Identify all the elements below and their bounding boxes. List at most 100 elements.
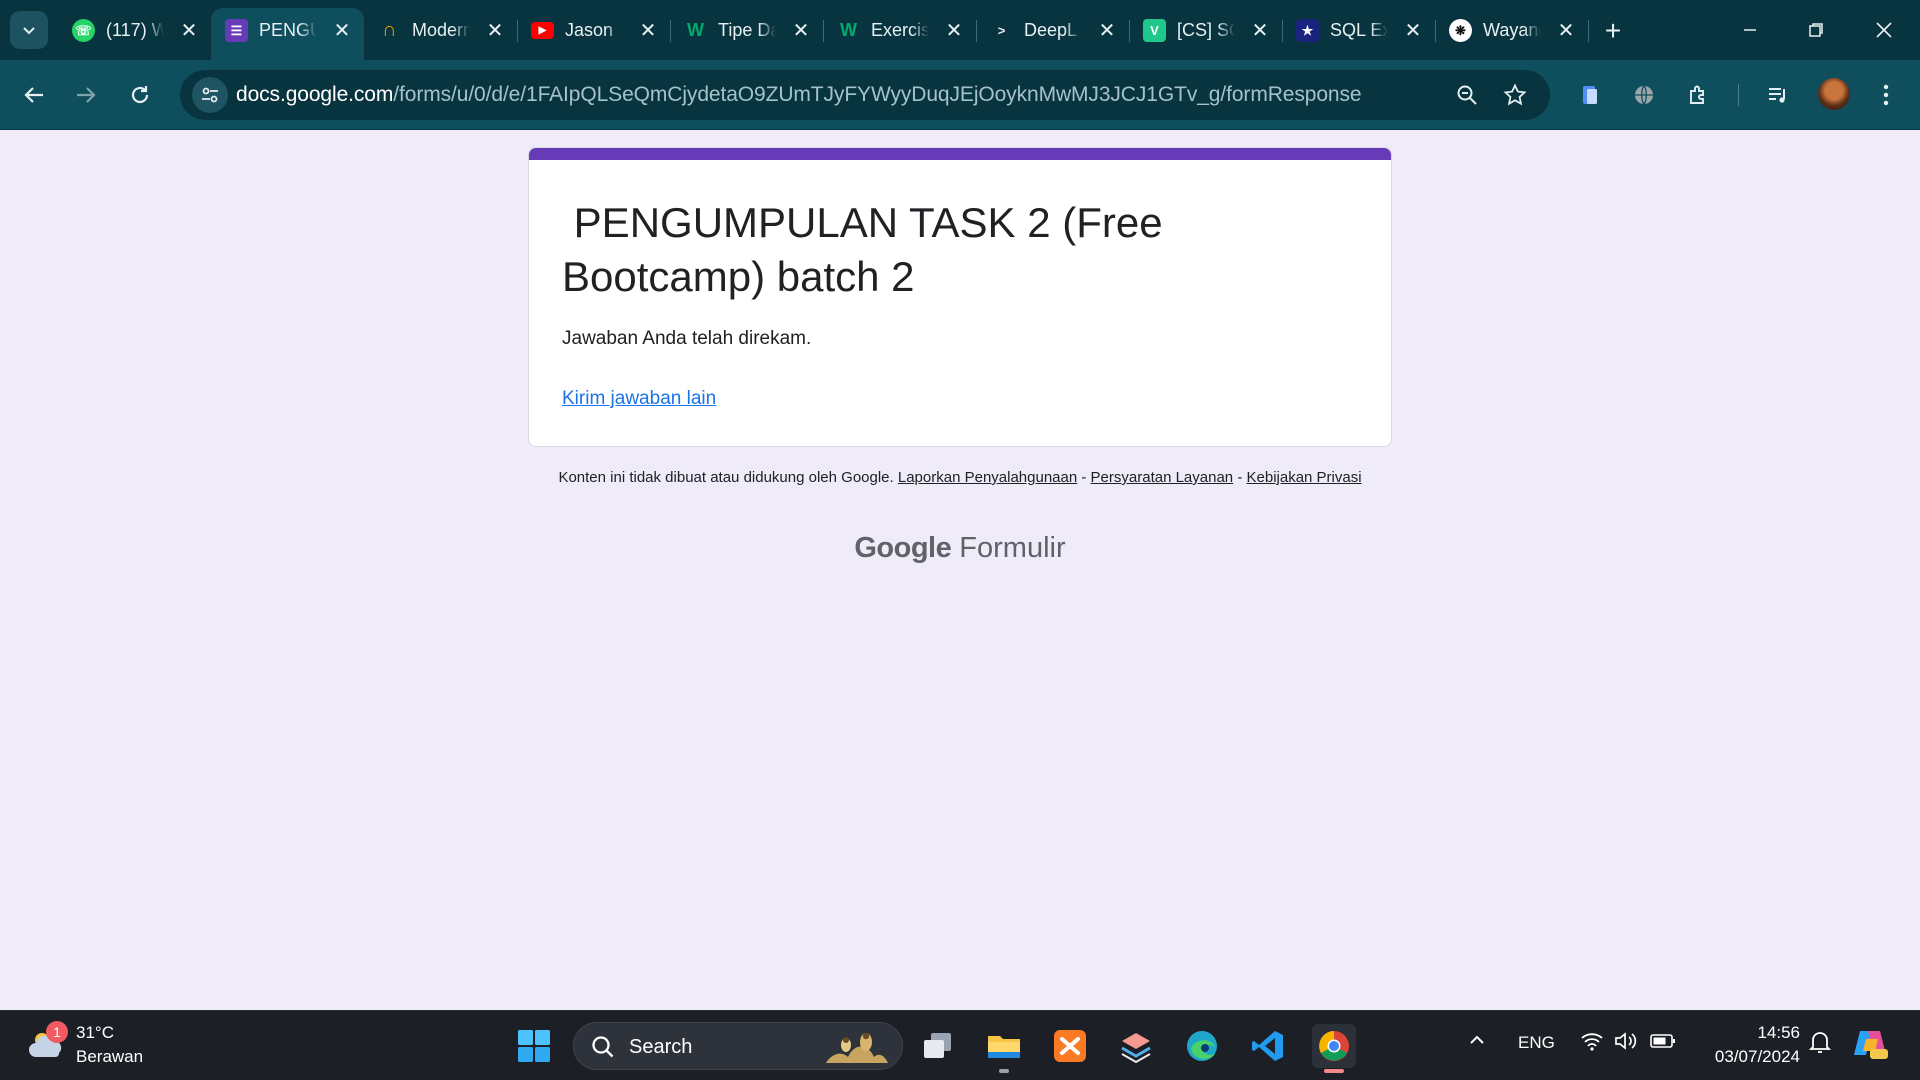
tab-close-icon[interactable]: ✕	[636, 18, 660, 42]
tab-close-icon[interactable]: ✕	[177, 18, 201, 42]
close-window-button[interactable]	[1854, 0, 1914, 60]
volume-button[interactable]	[1614, 1031, 1638, 1056]
clock-date: 03/07/2024	[1714, 1047, 1800, 1066]
bookmark-button[interactable]	[1498, 78, 1532, 112]
speaker-icon	[1615, 1032, 1637, 1050]
edge-icon	[1187, 1031, 1217, 1061]
notifications-button[interactable]	[1808, 1029, 1832, 1060]
tab-close-icon[interactable]: ✕	[789, 18, 813, 42]
browser-tab[interactable]: ❋ Wayang ✕	[1435, 0, 1589, 60]
tab-close-icon[interactable]: ✕	[1401, 18, 1425, 42]
more-vertical-icon	[1883, 84, 1889, 106]
layers-app-button[interactable]	[1114, 1024, 1158, 1068]
url-path: /forms/u/0/d/e/1FAIpQLSeQmCjydetaO9ZUmTJ…	[393, 83, 1362, 106]
active-app-indicator	[1324, 1069, 1344, 1073]
input-language[interactable]: ENG	[1518, 1033, 1555, 1053]
confirmation-message: Jawaban Anda telah direkam.	[562, 328, 812, 349]
v-icon: V	[1143, 19, 1166, 42]
zoom-button[interactable]	[1450, 78, 1484, 112]
battery-icon	[1650, 1034, 1675, 1048]
bell-snooze-icon	[1808, 1032, 1832, 1053]
edge-browser-button[interactable]	[1180, 1024, 1224, 1068]
browser-tab[interactable]: W Exercise ✕	[823, 0, 977, 60]
minimize-button[interactable]	[1720, 0, 1780, 60]
restore-button[interactable]	[1786, 0, 1846, 60]
toolbar-separator	[1738, 84, 1739, 106]
vscode-icon	[1252, 1031, 1283, 1061]
tab-close-icon[interactable]: ✕	[942, 18, 966, 42]
extension-button-translate[interactable]	[1622, 73, 1666, 117]
chrome-button[interactable]	[1312, 1024, 1356, 1068]
browser-tab[interactable]: > DeepL ✕	[976, 0, 1130, 60]
form-accent-bar	[529, 148, 1391, 160]
media-controls-button[interactable]	[1756, 73, 1800, 117]
browser-tab[interactable]: ☰ PENGUMPULAN TASK 2 ✕	[211, 8, 364, 60]
puzzle-icon	[1690, 85, 1704, 104]
address-bar[interactable]: docs.google.com/forms/u/0/d/e/1FAIpQLSeQ…	[180, 70, 1550, 120]
privacy-policy-link[interactable]: Kebijakan Privasi	[1247, 469, 1362, 486]
url-host: docs.google.com	[236, 83, 394, 106]
task-view-button[interactable]	[916, 1024, 960, 1068]
site-info-button[interactable]	[192, 77, 228, 113]
back-button[interactable]	[12, 73, 56, 117]
profile-avatar[interactable]	[1818, 78, 1850, 110]
folder-icon	[988, 1036, 1020, 1058]
w3schools-icon: W	[840, 20, 857, 40]
tab-close-icon[interactable]: ✕	[1095, 18, 1119, 42]
tab-title: Jason	[565, 20, 614, 40]
xampp-button[interactable]	[1048, 1024, 1092, 1068]
search-label: Search	[629, 1036, 693, 1058]
browser-tab[interactable]: ▶ Jason ✕	[517, 0, 671, 60]
extensions-menu-button[interactable]	[1676, 73, 1720, 117]
star-icon: ★	[1296, 19, 1319, 42]
google-forms-logo[interactable]: Google Formulir	[0, 532, 1920, 565]
file-explorer-button[interactable]	[982, 1024, 1026, 1068]
forward-button[interactable]	[64, 73, 108, 117]
google-wordmark: Google	[854, 532, 952, 564]
search-highlight-illustration-icon	[826, 1032, 888, 1063]
tab-title: Tipe Data	[718, 20, 776, 40]
browser-tab[interactable]: W Tipe Data ✕	[670, 0, 824, 60]
extension-button-docs[interactable]	[1568, 73, 1612, 117]
task-view-icon	[924, 1033, 951, 1058]
new-tab-button[interactable]: +	[1594, 15, 1632, 46]
browser-tab[interactable]: ∩ Modern ✕	[364, 0, 518, 60]
browser-tab[interactable]: ★ SQL Exercise ✕	[1282, 0, 1436, 60]
tab-close-icon[interactable]: ✕	[1248, 18, 1272, 42]
tab-close-icon[interactable]: ✕	[1554, 18, 1578, 42]
tab-title: DeepL	[1024, 20, 1078, 40]
close-icon	[1876, 22, 1892, 38]
browser-menu-button[interactable]	[1864, 73, 1908, 117]
url-text[interactable]: docs.google.com/forms/u/0/d/e/1FAIpQLSeQ…	[236, 83, 1362, 107]
terms-of-service-link[interactable]: Persyaratan Layanan	[1091, 469, 1234, 486]
start-button[interactable]	[512, 1024, 556, 1068]
tab-search-button[interactable]	[10, 11, 48, 49]
battery-button[interactable]	[1650, 1033, 1676, 1054]
music-queue-icon	[1769, 88, 1785, 103]
reload-button[interactable]	[118, 73, 162, 117]
chrome-icon	[1319, 1031, 1349, 1061]
report-abuse-link[interactable]: Laporkan Penyalahgunaan	[898, 469, 1077, 486]
restore-icon	[1809, 23, 1823, 37]
browser-tab[interactable]: V [CS] SQL ✕	[1129, 0, 1283, 60]
tab-close-icon[interactable]: ✕	[330, 18, 354, 42]
tab-title: Modern	[412, 20, 470, 40]
youtube-icon: ▶	[531, 22, 554, 39]
vscode-button[interactable]	[1246, 1024, 1290, 1068]
wifi-button[interactable]	[1580, 1031, 1604, 1056]
windows-search-box[interactable]: Search	[573, 1022, 903, 1070]
star-outline-icon	[1503, 83, 1527, 106]
notification-badge: 1	[46, 1021, 68, 1043]
copilot-button[interactable]	[1852, 1025, 1888, 1066]
tune-icon	[202, 87, 218, 103]
tab-title: Wayang	[1483, 20, 1541, 40]
google-forms-icon: ☰	[225, 19, 248, 42]
browser-tab[interactable]: ☏ (117) WhatsApp ✕	[58, 0, 212, 60]
copilot-icon	[1854, 1031, 1888, 1059]
whatsapp-icon: ☏	[72, 19, 95, 42]
w3schools-icon: W	[687, 20, 704, 40]
system-clock[interactable]: 14:56 03/07/2024	[1690, 1021, 1800, 1069]
tab-close-icon[interactable]: ✕	[483, 18, 507, 42]
show-hidden-icons-button[interactable]	[1468, 1031, 1486, 1054]
submit-another-response-link[interactable]: Kirim jawaban lain	[562, 388, 716, 410]
